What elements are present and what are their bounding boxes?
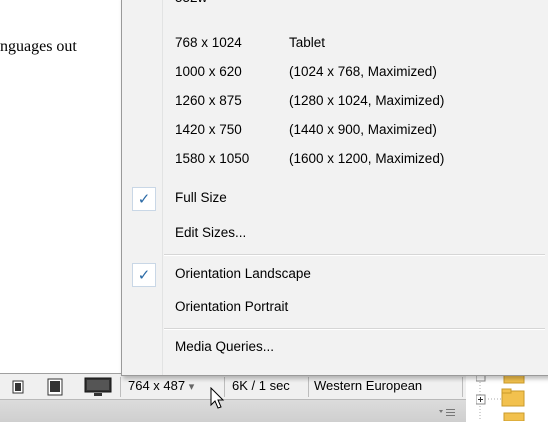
size-description: Tablet — [289, 35, 326, 50]
size-label: 1580 x 1050 — [175, 151, 250, 166]
checkmark-icon: ✓ — [132, 263, 156, 287]
size-description: (1024 x 768, Maximized) — [289, 64, 437, 79]
menu-item-label: 552w — [175, 0, 207, 5]
menu-item-size-1420x750[interactable]: 1420 x 750 (1440 x 900, Maximized) — [175, 122, 437, 137]
panel-options-icon[interactable] — [438, 407, 456, 417]
window-size-menu[interactable]: 764 x 487 ▾ — [128, 378, 194, 393]
menu-item-partial[interactable]: 552w — [175, 0, 207, 9]
properties-bar — [0, 399, 466, 422]
document-text: nguages out — [0, 38, 77, 55]
size-label: 768 x 1024 — [175, 35, 242, 50]
window-size-label: 764 x 487 — [128, 378, 186, 393]
size-label: 1260 x 875 — [175, 93, 242, 108]
download-size-label: 6K / 1 sec — [232, 378, 290, 393]
status-divider — [120, 377, 121, 397]
menu-separator — [164, 328, 545, 330]
tablet-size-icon[interactable] — [47, 378, 63, 396]
menu-item-size-1000x620[interactable]: 1000 x 620 (1024 x 768, Maximized) — [175, 64, 437, 79]
checkmark-icon: ✓ — [132, 187, 156, 211]
menu-item-edit-sizes[interactable]: Edit Sizes... — [175, 225, 246, 240]
desktop-size-icon[interactable] — [84, 377, 112, 397]
status-divider — [462, 377, 463, 397]
status-bar: 764 x 487 ▾ 6K / 1 sec Western European — [0, 373, 466, 400]
menu-item-media-queries[interactable]: Media Queries... — [175, 339, 274, 354]
encoding-label: Western European — [314, 378, 423, 393]
menu-item-size-1580x1050[interactable]: 1580 x 1050 (1600 x 1200, Maximized) — [175, 151, 444, 166]
file-tree-icon — [475, 372, 525, 422]
menu-separator — [164, 254, 545, 256]
menu-item-size-1260x875[interactable]: 1260 x 875 (1280 x 1024, Maximized) — [175, 93, 444, 108]
chevron-down-icon: ▾ — [188, 381, 195, 393]
menu-item-size-768x1024[interactable]: 768 x 1024 Tablet — [175, 35, 325, 50]
mobile-size-icon[interactable] — [12, 380, 24, 394]
menu-item-orientation-portrait[interactable]: Orientation Portrait — [175, 299, 288, 314]
status-divider — [308, 377, 309, 397]
size-description: (1280 x 1024, Maximized) — [289, 93, 445, 108]
window-size-dropdown-menu: 552w 768 x 1024 Tablet 1000 x 620 (1024 x … — [121, 0, 548, 376]
mouse-cursor-icon — [210, 387, 225, 409]
size-label: 1420 x 750 — [175, 122, 242, 137]
menu-item-full-size[interactable]: Full Size — [175, 190, 227, 205]
files-panel — [475, 372, 548, 422]
size-description: (1440 x 900, Maximized) — [289, 122, 437, 137]
size-description: (1600 x 1200, Maximized) — [289, 151, 445, 166]
menu-item-orientation-landscape[interactable]: Orientation Landscape — [175, 266, 311, 281]
size-label: 1000 x 620 — [175, 64, 242, 79]
